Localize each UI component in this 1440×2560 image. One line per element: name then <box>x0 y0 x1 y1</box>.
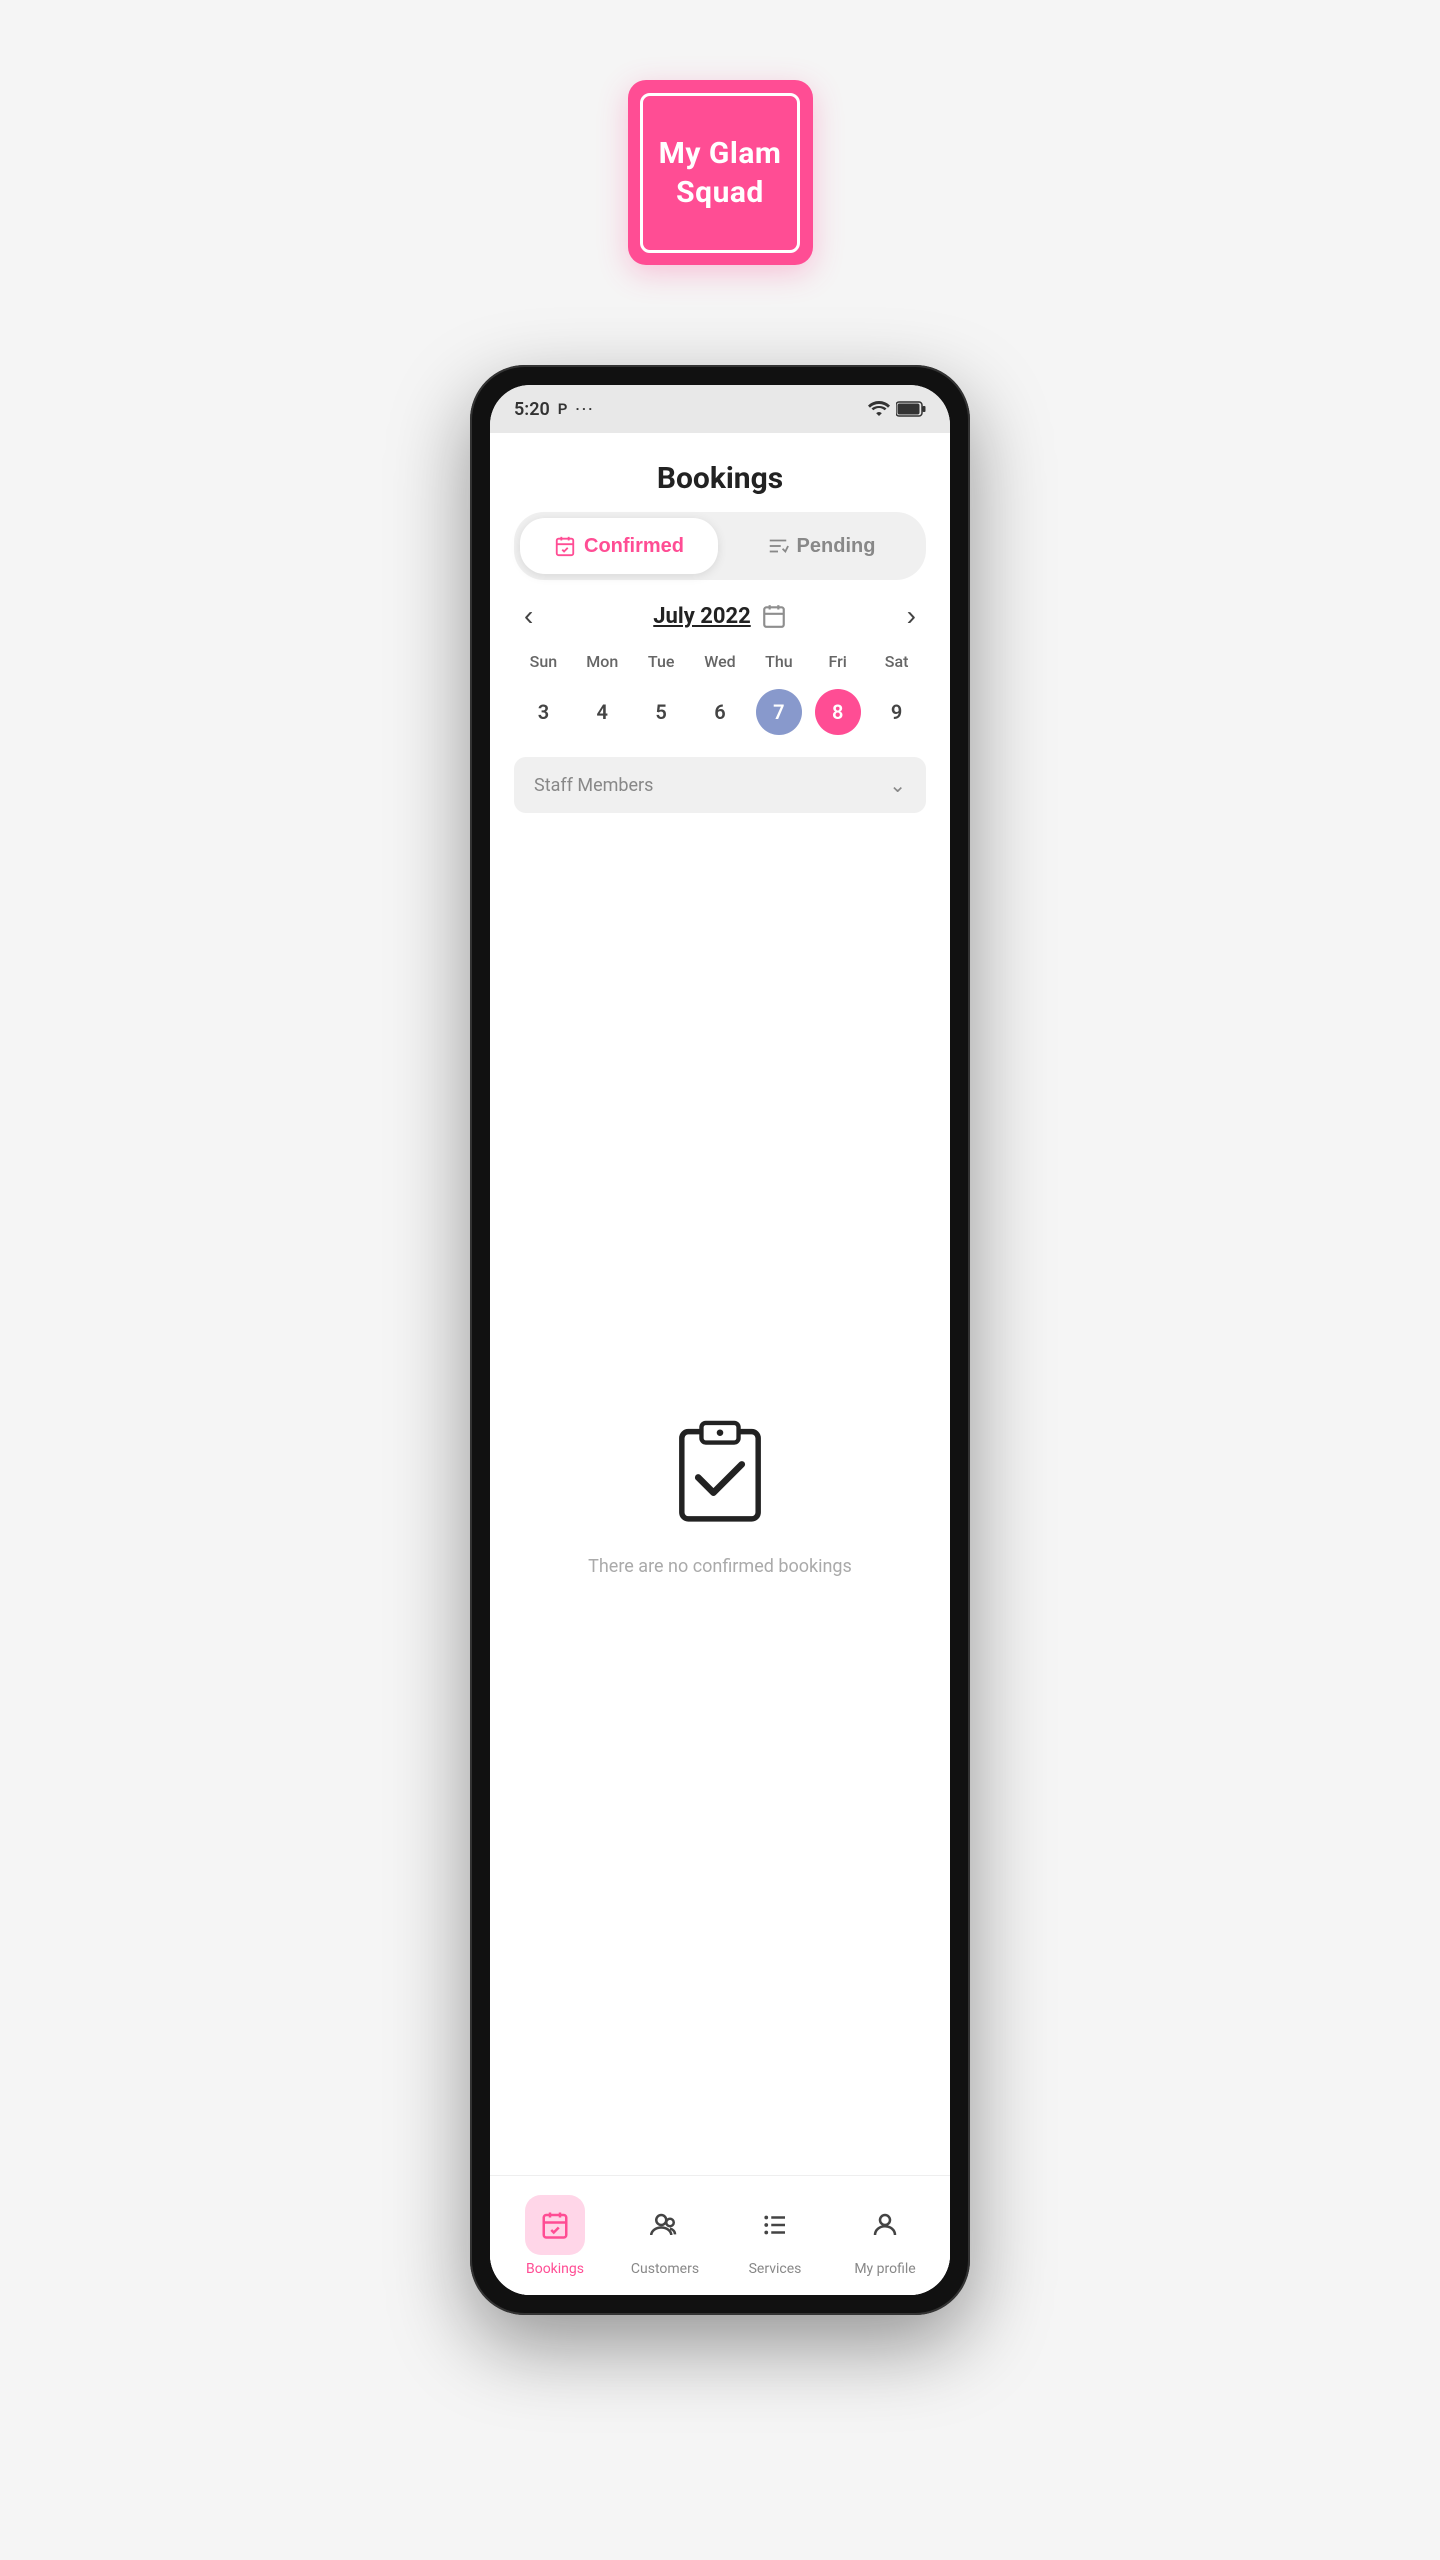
myprofile-icon <box>870 2210 900 2240</box>
myprofile-icon-wrap <box>855 2195 915 2255</box>
staff-dropdown-label: Staff Members <box>534 775 653 796</box>
bookings-nav-label: Bookings <box>526 2261 584 2277</box>
services-icon <box>760 2210 790 2240</box>
staff-members-dropdown[interactable]: Staff Members ⌄ <box>514 757 926 813</box>
calendar-nav: ‹ July 2022 › <box>514 600 926 632</box>
clipboard-check-icon <box>660 1412 780 1532</box>
prev-month-button[interactable]: ‹ <box>514 600 543 632</box>
status-left: 5:20 P ··· <box>514 399 595 420</box>
services-icon-wrap <box>745 2195 805 2255</box>
logo-text: My GlamSquad <box>659 134 782 212</box>
confirmed-tab-icon <box>554 535 576 557</box>
phone-screen: 5:20 P ··· <box>490 385 950 2295</box>
date-6[interactable]: 6 <box>691 685 750 739</box>
date-8[interactable]: 8 <box>808 685 867 739</box>
calendar-icon <box>761 603 787 629</box>
day-thu: Thu <box>749 648 808 675</box>
app-logo: My GlamSquad <box>628 80 813 265</box>
days-header: Sun Mon Tue Wed Thu Fri Sat <box>514 648 926 675</box>
date-3[interactable]: 3 <box>514 685 573 739</box>
page-title: Bookings <box>490 433 950 512</box>
date-9[interactable]: 9 <box>867 685 926 739</box>
empty-state: There are no confirmed bookings <box>490 813 950 2175</box>
bottom-nav: Bookings Customers <box>490 2175 950 2295</box>
wifi-icon <box>868 401 890 417</box>
screen-content: Bookings Confirmed <box>490 433 950 2295</box>
bookings-icon <box>540 2210 570 2240</box>
day-mon: Mon <box>573 648 632 675</box>
confirmed-tab[interactable]: Confirmed <box>520 518 718 574</box>
next-month-button[interactable]: › <box>897 600 926 632</box>
nav-item-bookings[interactable]: Bookings <box>500 2195 610 2277</box>
nav-item-services[interactable]: Services <box>720 2195 830 2277</box>
myprofile-nav-label: My profile <box>854 2261 915 2277</box>
battery-icon <box>896 401 926 417</box>
day-sun: Sun <box>514 648 573 675</box>
month-label: July 2022 <box>653 603 786 629</box>
dates-row: 3 4 5 6 7 8 9 <box>514 685 926 739</box>
day-tue: Tue <box>632 648 691 675</box>
day-wed: Wed <box>691 648 750 675</box>
bookings-icon-wrap <box>525 2195 585 2255</box>
status-bar: 5:20 P ··· <box>490 385 950 433</box>
day-fri: Fri <box>808 648 867 675</box>
pending-tab-label: Pending <box>797 535 876 558</box>
phone-frame: 5:20 P ··· <box>470 365 970 2315</box>
pending-tab[interactable]: Pending <box>722 518 920 574</box>
date-5[interactable]: 5 <box>632 685 691 739</box>
status-time: 5:20 <box>514 399 550 420</box>
date-4[interactable]: 4 <box>573 685 632 739</box>
customers-nav-label: Customers <box>631 2261 699 2277</box>
customers-icon-wrap <box>635 2195 695 2255</box>
services-nav-label: Services <box>749 2261 802 2277</box>
chevron-down-icon: ⌄ <box>889 773 906 797</box>
date-7[interactable]: 7 <box>749 685 808 739</box>
confirmed-tab-label: Confirmed <box>584 535 684 558</box>
status-right <box>868 401 926 417</box>
empty-message: There are no confirmed bookings <box>588 1556 852 1577</box>
status-carrier: P <box>558 400 568 418</box>
day-sat: Sat <box>867 648 926 675</box>
calendar-section: ‹ July 2022 › Sun Mon <box>514 600 926 739</box>
nav-item-myprofile[interactable]: My profile <box>830 2195 940 2277</box>
logo-inner-border: My GlamSquad <box>640 93 800 253</box>
customers-icon <box>650 2210 680 2240</box>
tab-switcher: Confirmed Pending <box>514 512 926 580</box>
status-dots: ··· <box>575 400 594 418</box>
nav-item-customers[interactable]: Customers <box>610 2195 720 2277</box>
pending-tab-icon <box>767 535 789 557</box>
